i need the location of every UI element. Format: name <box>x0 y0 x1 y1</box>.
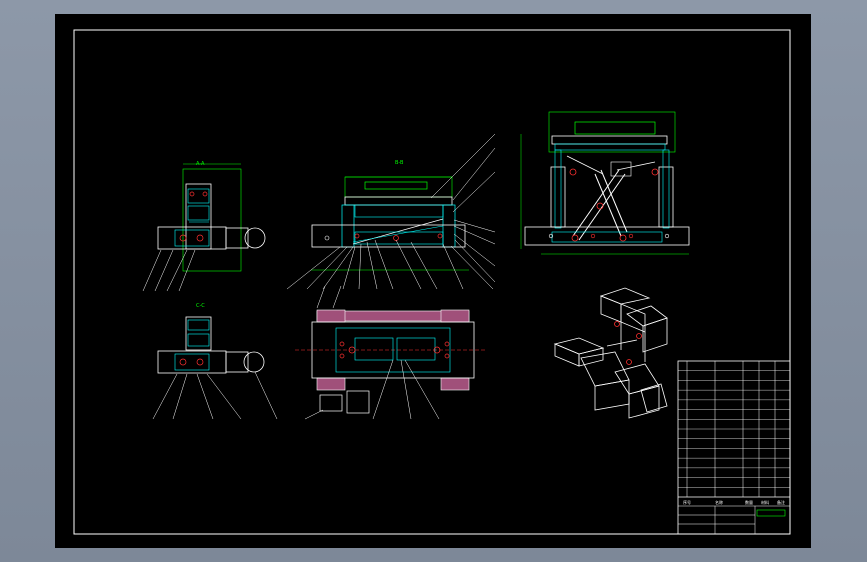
title-block-frame <box>677 360 791 535</box>
isometric-view <box>553 287 668 419</box>
title-footer-material: 材料 <box>761 499 769 505</box>
title-block: 序号 名称 数量 材料 备注 <box>677 360 791 535</box>
left-bottom-view: C-C <box>152 303 278 420</box>
cad-drawing: A-A C-C B-B 序号 名称 数量 材料 备注 <box>73 29 791 535</box>
drawing-frame <box>73 29 791 535</box>
front-section-view-label: B-B <box>395 160 404 166</box>
right-elevation-view <box>520 111 690 255</box>
title-footer-no: 序号 <box>683 499 691 505</box>
left-bottom-view-label: C-C <box>196 303 205 309</box>
front-section-view: B-B <box>286 133 496 290</box>
left-top-view: A-A <box>142 161 266 292</box>
title-footer-remark: 备注 <box>777 499 785 505</box>
drawing-viewport[interactable]: A-A C-C B-B 序号 名称 数量 材料 备注 <box>55 14 811 548</box>
plan-view <box>295 285 485 420</box>
title-footer-qty: 数量 <box>745 499 753 505</box>
title-footer-name: 名称 <box>715 499 723 505</box>
